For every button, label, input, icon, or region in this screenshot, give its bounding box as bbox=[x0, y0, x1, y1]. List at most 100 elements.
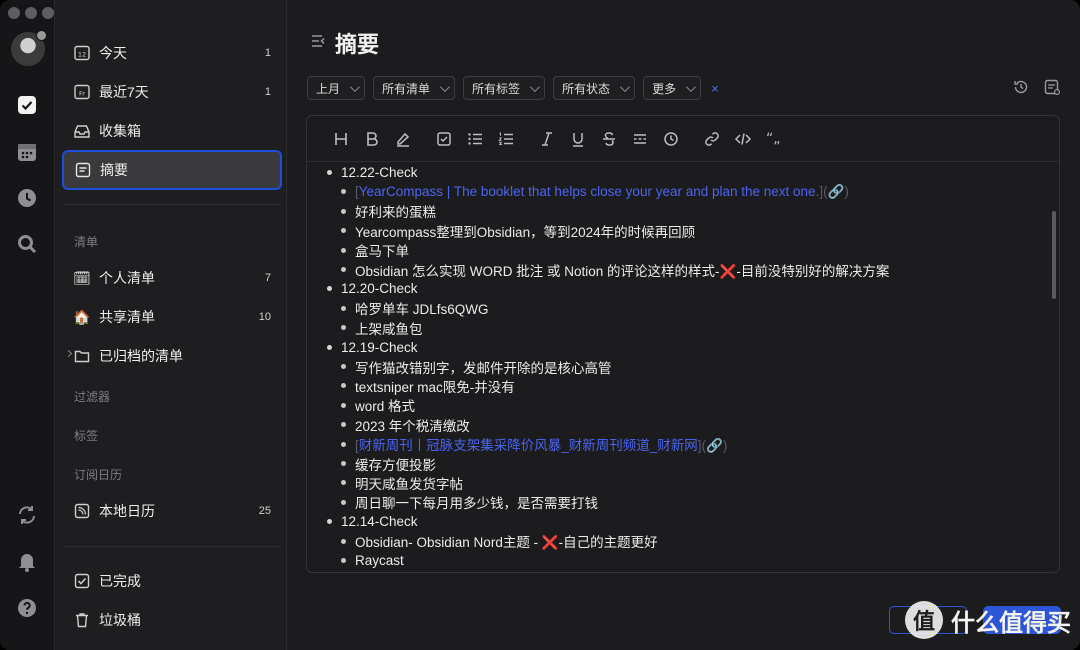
divider-line-icon[interactable] bbox=[624, 127, 655, 151]
summary-task-item[interactable]: 2023 年个税清缴改 bbox=[341, 415, 470, 434]
sync-icon[interactable] bbox=[15, 503, 39, 527]
task-text: 哈罗单车 JDLfs6QWG bbox=[355, 302, 489, 318]
sidebar-item-next7days[interactable]: Fr 最近7天 1 bbox=[63, 74, 281, 110]
task-text: 周日聊一下每月用多少钱，是否需要打钱 bbox=[355, 496, 598, 512]
bold-icon[interactable] bbox=[356, 127, 387, 151]
summary-task-item[interactable]: 好利来的蛋糕 bbox=[341, 202, 436, 221]
sidebar-item-count: 1 bbox=[264, 86, 271, 98]
summary-date-heading[interactable]: 12.22-Check bbox=[327, 163, 418, 182]
sidebar-item-completed[interactable]: 已完成 bbox=[63, 563, 281, 599]
summary-task-item[interactable]: Obsidian 怎么实现 WORD 批注 或 Notion 的评论这样的样式-… bbox=[341, 260, 889, 279]
summary-editor[interactable]: “„ 12.22-Check [YearCompass | The booklet… bbox=[306, 115, 1060, 573]
bullet-icon bbox=[341, 228, 346, 234]
sidebar-item-today[interactable]: 12 今天 1 bbox=[63, 35, 281, 71]
task-text: 明天咸鱼发货字帖 bbox=[355, 476, 463, 492]
filters-header[interactable]: 过滤器 bbox=[74, 388, 110, 405]
summary-task-item[interactable]: 写作猫改错别字，发邮件开除的是核心高管 bbox=[341, 357, 612, 376]
bullet-list-icon[interactable] bbox=[459, 127, 490, 151]
sidebar-item-local-calendar[interactable]: 本地日历 25 bbox=[63, 493, 281, 529]
sidebar-item-label: 共享清单 bbox=[99, 309, 155, 325]
bullet-icon bbox=[341, 208, 346, 214]
summary-task-item[interactable]: 周日聊一下每月用多少钱，是否需要打钱 bbox=[341, 493, 598, 512]
sidebar-item-trash[interactable]: 垃圾桶 bbox=[63, 602, 281, 638]
bullet-icon bbox=[341, 499, 346, 505]
summary-task-item[interactable]: Obsidian- Obsidian Nord主题 - ❌-自己的主题更好 bbox=[341, 532, 658, 551]
summary-task-item[interactable]: 哈罗单车 JDLfs6QWG bbox=[341, 299, 489, 318]
rss-calendar-icon bbox=[73, 502, 91, 520]
history-icon[interactable] bbox=[1012, 78, 1030, 96]
summary-date-heading[interactable]: 12.19-Check bbox=[327, 338, 418, 357]
summary-task-item[interactable]: [财新周刊丨冠脉支架集采降价风暴_财新周刊频道_财新网](🔗) bbox=[341, 435, 727, 454]
clear-filter-icon[interactable]: × bbox=[711, 81, 719, 96]
calendar-emoji-icon: 🗓 bbox=[73, 270, 91, 286]
highlight-icon[interactable] bbox=[387, 127, 418, 151]
help-icon[interactable] bbox=[15, 596, 39, 620]
checkbox-format-icon[interactable] bbox=[428, 127, 459, 151]
watermark: 值 什么值得买 bbox=[905, 601, 1071, 639]
window-close-button[interactable] bbox=[8, 7, 20, 19]
bell-icon[interactable] bbox=[15, 549, 39, 573]
summary-content[interactable]: 12.22-Check [YearCompass | The booklet th… bbox=[307, 163, 1047, 572]
sidebar-item-archived-lists[interactable]: 已归档的清单 bbox=[63, 338, 281, 374]
italic-icon[interactable] bbox=[531, 127, 562, 151]
task-link[interactable]: [财新周刊丨冠脉支架集采降价风暴_财新周刊频道_财新网](🔗) bbox=[355, 434, 727, 454]
bullet-icon bbox=[327, 519, 332, 525]
sidebar-item-shared-list[interactable]: 🏠 共享清单 10 bbox=[63, 299, 281, 335]
filter-tag-dropdown[interactable]: 所有标签 bbox=[463, 76, 546, 100]
sidebar-item-label: 今天 bbox=[99, 45, 127, 61]
summary-task-item[interactable]: word 格式 bbox=[341, 396, 415, 415]
underline-icon[interactable] bbox=[562, 127, 593, 151]
search-icon[interactable] bbox=[15, 232, 39, 256]
strikethrough-icon[interactable] bbox=[593, 127, 624, 151]
sidebar-item-inbox[interactable]: 收集箱 bbox=[63, 113, 281, 149]
filter-date-dropdown[interactable]: 上月 bbox=[307, 76, 366, 100]
summary-date-heading[interactable]: 12.14-Check bbox=[327, 512, 418, 531]
clock-icon[interactable] bbox=[15, 186, 39, 210]
bullet-icon bbox=[327, 344, 332, 350]
summary-task-item[interactable]: Yearcompass整理到Obsidian，等到2024年的时候再回顾 bbox=[341, 221, 695, 240]
sidebar-item-label: 最近7天 bbox=[99, 84, 149, 100]
filter-status-dropdown[interactable]: 所有状态 bbox=[553, 76, 636, 100]
filter-more-dropdown[interactable]: 更多 bbox=[643, 76, 702, 100]
task-check-icon[interactable] bbox=[15, 93, 39, 117]
scrollbar[interactable] bbox=[1052, 211, 1056, 299]
summary-task-item[interactable]: 缓存方便投影 bbox=[341, 454, 436, 473]
filter-label: 所有标签 bbox=[472, 81, 521, 96]
trash-icon bbox=[73, 611, 91, 629]
sidebar-item-count: 10 bbox=[258, 311, 271, 323]
main-panel: 摘要 上月 所有清单 所有标签 所有状态 更多 × “„ 12.22-Check… bbox=[288, 0, 1080, 650]
summary-icon bbox=[74, 161, 92, 179]
task-text: 2023 年个税清缴改 bbox=[355, 418, 470, 434]
sidebar-item-personal-list[interactable]: 🗓 个人清单 7 bbox=[63, 260, 281, 296]
task-text: 12.22-Check bbox=[341, 165, 418, 180]
sidebar-item-label: 摘要 bbox=[100, 162, 128, 178]
history-format-icon[interactable] bbox=[655, 127, 686, 151]
window-minimize-button[interactable] bbox=[25, 7, 37, 19]
summary-task-item[interactable]: textsniper mac限免-并没有 bbox=[341, 376, 515, 395]
window-zoom-button[interactable] bbox=[42, 7, 54, 19]
numbered-list-icon[interactable] bbox=[490, 127, 521, 151]
quote-icon[interactable]: “„ bbox=[758, 127, 789, 151]
summary-settings-icon[interactable] bbox=[1043, 78, 1061, 96]
heading-icon[interactable] bbox=[325, 127, 356, 151]
cross-mark-icon: ❌ bbox=[541, 535, 559, 551]
tags-header[interactable]: 标签 bbox=[74, 427, 98, 444]
link-icon[interactable] bbox=[696, 127, 727, 151]
summary-date-heading[interactable]: 12.20-Check bbox=[327, 279, 418, 298]
summary-task-item[interactable]: [YearCompass | The booklet that helps cl… bbox=[341, 182, 849, 201]
calendars-header[interactable]: 订阅日历 bbox=[74, 466, 122, 483]
sidebar-item-summary[interactable]: 摘要 bbox=[62, 150, 282, 190]
summary-task-item[interactable]: 盒马下单 bbox=[341, 241, 409, 260]
summary-task-item[interactable]: 上架咸鱼包 bbox=[341, 318, 423, 337]
task-text: Obsidian- Obsidian Nord主题 - ❌-自己的主题更好 bbox=[355, 535, 658, 551]
filter-list-dropdown[interactable]: 所有清单 bbox=[373, 76, 456, 100]
collapse-sidebar-icon[interactable] bbox=[309, 32, 327, 50]
sidebar-item-label: 本地日历 bbox=[99, 503, 155, 519]
bullet-icon bbox=[327, 286, 332, 292]
calendar-icon[interactable] bbox=[15, 140, 39, 164]
summary-task-item[interactable]: Raycast bbox=[341, 551, 404, 570]
task-link[interactable]: [YearCompass | The booklet that helps cl… bbox=[355, 184, 849, 200]
editor-toolbar: “„ bbox=[307, 116, 1059, 162]
code-icon[interactable] bbox=[727, 127, 758, 151]
summary-task-item[interactable]: 明天咸鱼发货字帖 bbox=[341, 473, 463, 492]
